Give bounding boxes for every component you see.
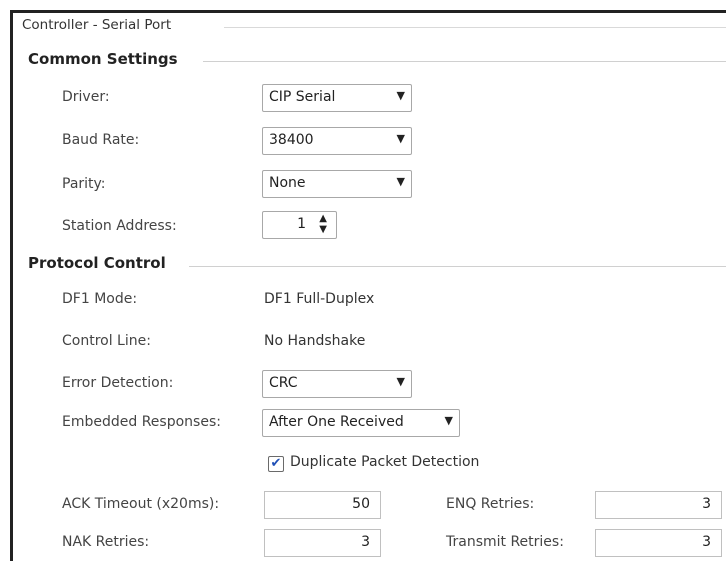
- duplicate-packet-label: Duplicate Packet Detection: [290, 454, 480, 470]
- error-detection-label: Error Detection:: [62, 375, 174, 391]
- df1-mode-label: DF1 Mode:: [62, 291, 138, 307]
- error-detection-value: CRC: [269, 375, 298, 391]
- error-detection-select[interactable]: CRC ▼: [262, 370, 412, 398]
- transmit-retries-label: Transmit Retries:: [446, 534, 564, 550]
- enq-retries-field[interactable]: 3: [595, 491, 722, 519]
- parity-value: None: [269, 175, 306, 191]
- driver-value: CIP Serial: [269, 89, 336, 105]
- driver-label: Driver:: [62, 89, 110, 105]
- chevron-down-icon: ▼: [444, 414, 453, 427]
- station-address-value: 1: [297, 216, 306, 232]
- nak-retries-value: 3: [361, 534, 370, 550]
- common-settings-divider: [203, 61, 726, 62]
- enq-retries-label: ENQ Retries:: [446, 496, 535, 512]
- ack-timeout-field[interactable]: 50: [264, 491, 381, 519]
- embedded-responses-value: After One Received: [269, 414, 404, 430]
- df1-mode-value: DF1 Full-Duplex: [264, 291, 375, 307]
- baud-rate-select[interactable]: 38400 ▼: [262, 127, 412, 155]
- parity-label: Parity:: [62, 176, 106, 192]
- protocol-control-divider: [189, 266, 726, 267]
- chevron-down-icon: ▼: [396, 89, 405, 102]
- spin-down-icon[interactable]: ▼: [319, 224, 327, 235]
- ack-timeout-label: ACK Timeout (x20ms):: [62, 496, 220, 512]
- nak-retries-field[interactable]: 3: [264, 529, 381, 557]
- embedded-responses-select[interactable]: After One Received ▼: [262, 409, 460, 437]
- transmit-retries-value: 3: [702, 534, 711, 550]
- spin-up-icon[interactable]: ▲: [319, 213, 327, 224]
- baud-rate-value: 38400: [269, 132, 314, 148]
- enq-retries-value: 3: [702, 496, 711, 512]
- title-divider: [224, 27, 726, 28]
- common-settings-heading: Common Settings: [28, 50, 178, 68]
- nak-retries-label: NAK Retries:: [62, 534, 150, 550]
- station-address-spinner[interactable]: 1 ▲ ▼: [262, 211, 337, 239]
- chevron-down-icon: ▼: [396, 175, 405, 188]
- baud-rate-label: Baud Rate:: [62, 132, 140, 148]
- chevron-down-icon: ▼: [396, 375, 405, 388]
- parity-select[interactable]: None ▼: [262, 170, 412, 198]
- station-address-label: Station Address:: [62, 218, 177, 234]
- driver-select[interactable]: CIP Serial ▼: [262, 84, 412, 112]
- embedded-responses-label: Embedded Responses:: [62, 414, 221, 430]
- transmit-retries-field[interactable]: 3: [595, 529, 722, 557]
- ack-timeout-value: 50: [352, 496, 370, 512]
- panel-title: Controller - Serial Port: [22, 17, 172, 33]
- duplicate-packet-checkbox[interactable]: ✔: [268, 456, 284, 472]
- protocol-control-heading: Protocol Control: [28, 254, 166, 272]
- control-line-label: Control Line:: [62, 333, 151, 349]
- chevron-down-icon: ▼: [396, 132, 405, 145]
- control-line-value: No Handshake: [264, 333, 366, 349]
